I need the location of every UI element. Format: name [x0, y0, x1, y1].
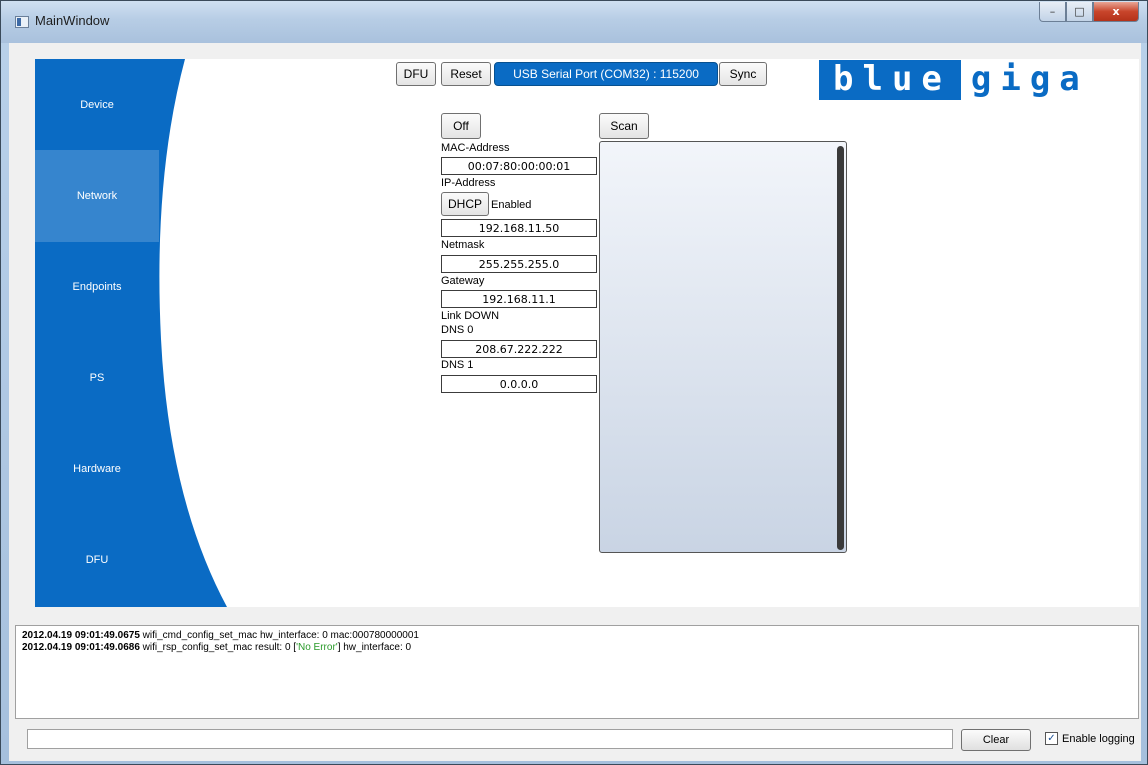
gateway-label: Gateway [441, 275, 485, 287]
sidebar-item-dfu[interactable]: DFU [35, 514, 159, 606]
log-timestamp: 2012.04.19 09:01:49.0675 [22, 630, 140, 641]
dfu-button[interactable]: DFU [396, 62, 436, 86]
dns1-field[interactable]: 0.0.0.0 [441, 375, 597, 393]
scan-results-scrollbar[interactable] [837, 146, 844, 550]
title-bar[interactable]: MainWindow – □ x [1, 1, 1147, 43]
close-button[interactable]: x [1093, 2, 1139, 22]
sidebar-item-ps[interactable]: PS [35, 332, 159, 424]
link-status: Link DOWN [441, 310, 500, 322]
mac-address-field[interactable]: 00:07:80:00:00:01 [441, 157, 597, 175]
mac-address-label: MAC-Address [441, 142, 510, 154]
enable-logging-option[interactable]: ✓ Enable logging [1045, 732, 1135, 745]
dns0-field[interactable]: 208.67.222.222 [441, 340, 597, 358]
logo-part-blue: blue [819, 60, 961, 100]
sidebar-item-network[interactable]: Network [35, 150, 159, 242]
ip-address-field[interactable]: 192.168.11.50 [441, 219, 597, 237]
sync-button[interactable]: Sync [719, 62, 767, 86]
sidebar-item-hardware[interactable]: Hardware [35, 423, 159, 515]
serial-port-selector[interactable]: USB Serial Port (COM32) : 115200 [494, 62, 718, 86]
dhcp-status: Enabled [491, 199, 532, 211]
scan-button[interactable]: Scan [599, 113, 649, 139]
log-message: wifi_cmd_config_set_mac hw_interface: 0 … [139, 630, 419, 641]
log-line: 2012.04.19 09:01:49.0686 wifi_rsp_config… [22, 642, 1132, 654]
log-status: 'No Error' [296, 642, 338, 653]
sidebar-item-device[interactable]: Device [35, 59, 159, 151]
clear-button[interactable]: Clear [961, 729, 1031, 751]
log-line: 2012.04.19 09:01:49.0675 wifi_cmd_config… [22, 630, 1132, 642]
enable-logging-checkbox[interactable]: ✓ [1045, 732, 1058, 745]
log-output[interactable]: 2012.04.19 09:01:49.0675 wifi_cmd_config… [15, 625, 1139, 719]
dhcp-button[interactable]: DHCP [441, 192, 489, 216]
app-icon [15, 16, 29, 28]
gateway-field[interactable]: 192.168.11.1 [441, 290, 597, 308]
netmask-field[interactable]: 255.255.255.0 [441, 255, 597, 273]
main-window: MainWindow – □ x Device Network Endpoint… [0, 0, 1148, 765]
scan-results-list[interactable] [599, 141, 847, 553]
logo-part-giga: giga [970, 59, 1089, 99]
log-message-tail: ] hw_interface: 0 [337, 642, 412, 653]
reset-button[interactable]: Reset [441, 62, 491, 86]
netmask-label: Netmask [441, 239, 485, 251]
ip-address-label: IP-Address [441, 177, 496, 189]
sidebar: Device Network Endpoints PS Hardware DFU [35, 59, 227, 607]
bluegiga-logo: blue giga [819, 60, 1137, 100]
minimize-button[interactable]: – [1039, 2, 1066, 22]
log-timestamp: 2012.04.19 09:01:49.0686 [22, 642, 140, 653]
command-input[interactable] [27, 729, 953, 749]
dns0-label: DNS 0 [441, 324, 474, 336]
window-title: MainWindow [35, 13, 110, 28]
sidebar-item-endpoints[interactable]: Endpoints [35, 241, 159, 333]
power-toggle-button[interactable]: Off [441, 113, 481, 139]
caption-buttons: – □ x [1039, 2, 1139, 22]
log-message: wifi_rsp_config_set_mac result: 0 [ [139, 642, 297, 653]
maximize-button[interactable]: □ [1066, 2, 1093, 22]
enable-logging-label: Enable logging [1062, 732, 1135, 745]
dns1-label: DNS 1 [441, 359, 474, 371]
client-area: Device Network Endpoints PS Hardware DFU… [9, 43, 1141, 761]
